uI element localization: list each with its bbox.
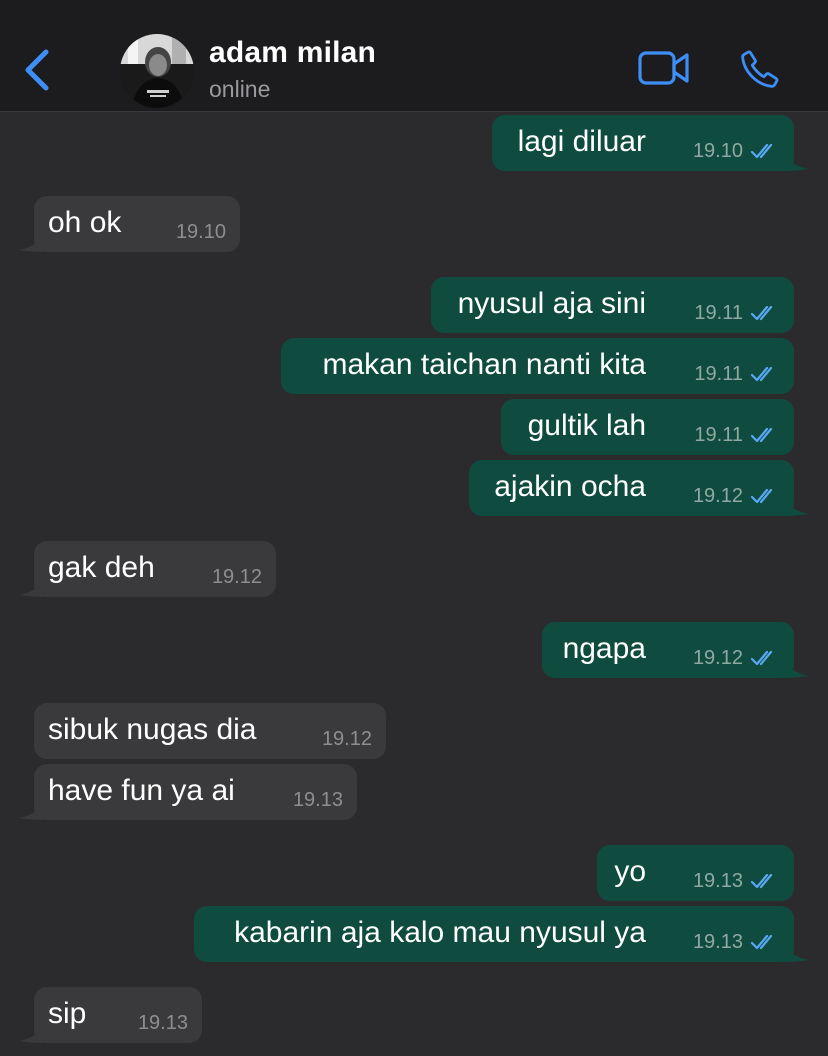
bubble-tail [785,149,809,171]
outgoing-message[interactable]: ngapa 19.12 [542,622,809,678]
message-time: 19.10 [692,140,743,162]
outgoing-message[interactable]: nyusul aja sini 19.11 [431,277,794,333]
incoming-message[interactable]: oh ok 19.10 [19,196,240,252]
double-check-icon [750,873,773,889]
message-time: 19.13 [137,1012,188,1034]
incoming-message[interactable]: sibuk nugas dia 19.12 [34,703,386,759]
message-time: 19.13 [692,870,743,892]
message-text: sip [48,997,87,1030]
avatar[interactable] [120,34,194,108]
avatar-image [120,34,194,108]
message-text: kabarin aja kalo mau nyusul ya [234,916,646,949]
double-check-icon [750,650,773,666]
outgoing-message[interactable]: ajakin ocha 19.12 [469,460,809,516]
incoming-message[interactable]: sip 19.13 [19,987,202,1043]
bubble-tail [785,656,809,678]
message-text: gultik lah [527,409,646,442]
incoming-message[interactable]: have fun ya ai 19.13 [19,764,357,820]
message-time: 19.11 [694,302,743,324]
outgoing-message[interactable]: makan taichan nanti kita 19.11 [281,338,794,394]
message-text: lagi diluar [517,125,646,158]
double-check-icon [750,427,773,443]
voice-call-button[interactable] [739,48,781,90]
incoming-message[interactable]: gak deh 19.12 [19,541,276,597]
message-time: 19.12 [211,566,262,588]
message-time: 19.10 [175,221,226,243]
outgoing-message[interactable]: yo 19.13 [597,845,794,901]
contact-name[interactable]: adam milan [209,36,376,70]
contact-status: online [209,76,271,102]
double-check-icon [750,488,773,504]
message-time: 19.13 [692,931,743,953]
message-text: yo [614,855,646,888]
video-call-button[interactable] [638,50,690,86]
bubble-tail [19,1021,43,1043]
phone-icon [741,50,779,88]
outgoing-message[interactable]: kabarin aja kalo mau nyusul ya 19.13 [194,906,809,962]
message-text: nyusul aja sini [457,287,646,320]
message-time: 19.12 [692,485,743,507]
message-time: 19.12 [692,647,743,669]
message-text: oh ok [48,206,122,239]
bubble-tail [19,798,43,820]
back-button[interactable] [22,46,54,94]
bubble-tail [785,940,809,962]
video-camera-icon [638,51,689,85]
message-text: ngapa [562,632,646,665]
outgoing-message[interactable]: gultik lah 19.11 [501,399,794,455]
message-time: 19.11 [694,363,743,385]
message-text: makan taichan nanti kita [322,348,646,381]
chat-header: adam milan online [0,0,828,112]
double-check-icon [750,934,773,950]
message-time: 19.12 [321,728,372,750]
bubble-tail [785,494,809,516]
bubble-tail [19,575,43,597]
chevron-left-icon [25,49,49,91]
message-text: have fun ya ai [48,774,235,807]
message-time: 19.11 [694,424,743,446]
bubble-tail [19,230,43,252]
double-check-icon [750,143,773,159]
message-text: sibuk nugas dia [48,713,257,746]
double-check-icon [750,305,773,321]
double-check-icon [750,366,773,382]
outgoing-message[interactable]: lagi diluar 19.10 [492,115,809,171]
message-time: 19.13 [292,789,343,811]
message-text: gak deh [48,551,155,584]
message-text: ajakin ocha [494,470,646,503]
